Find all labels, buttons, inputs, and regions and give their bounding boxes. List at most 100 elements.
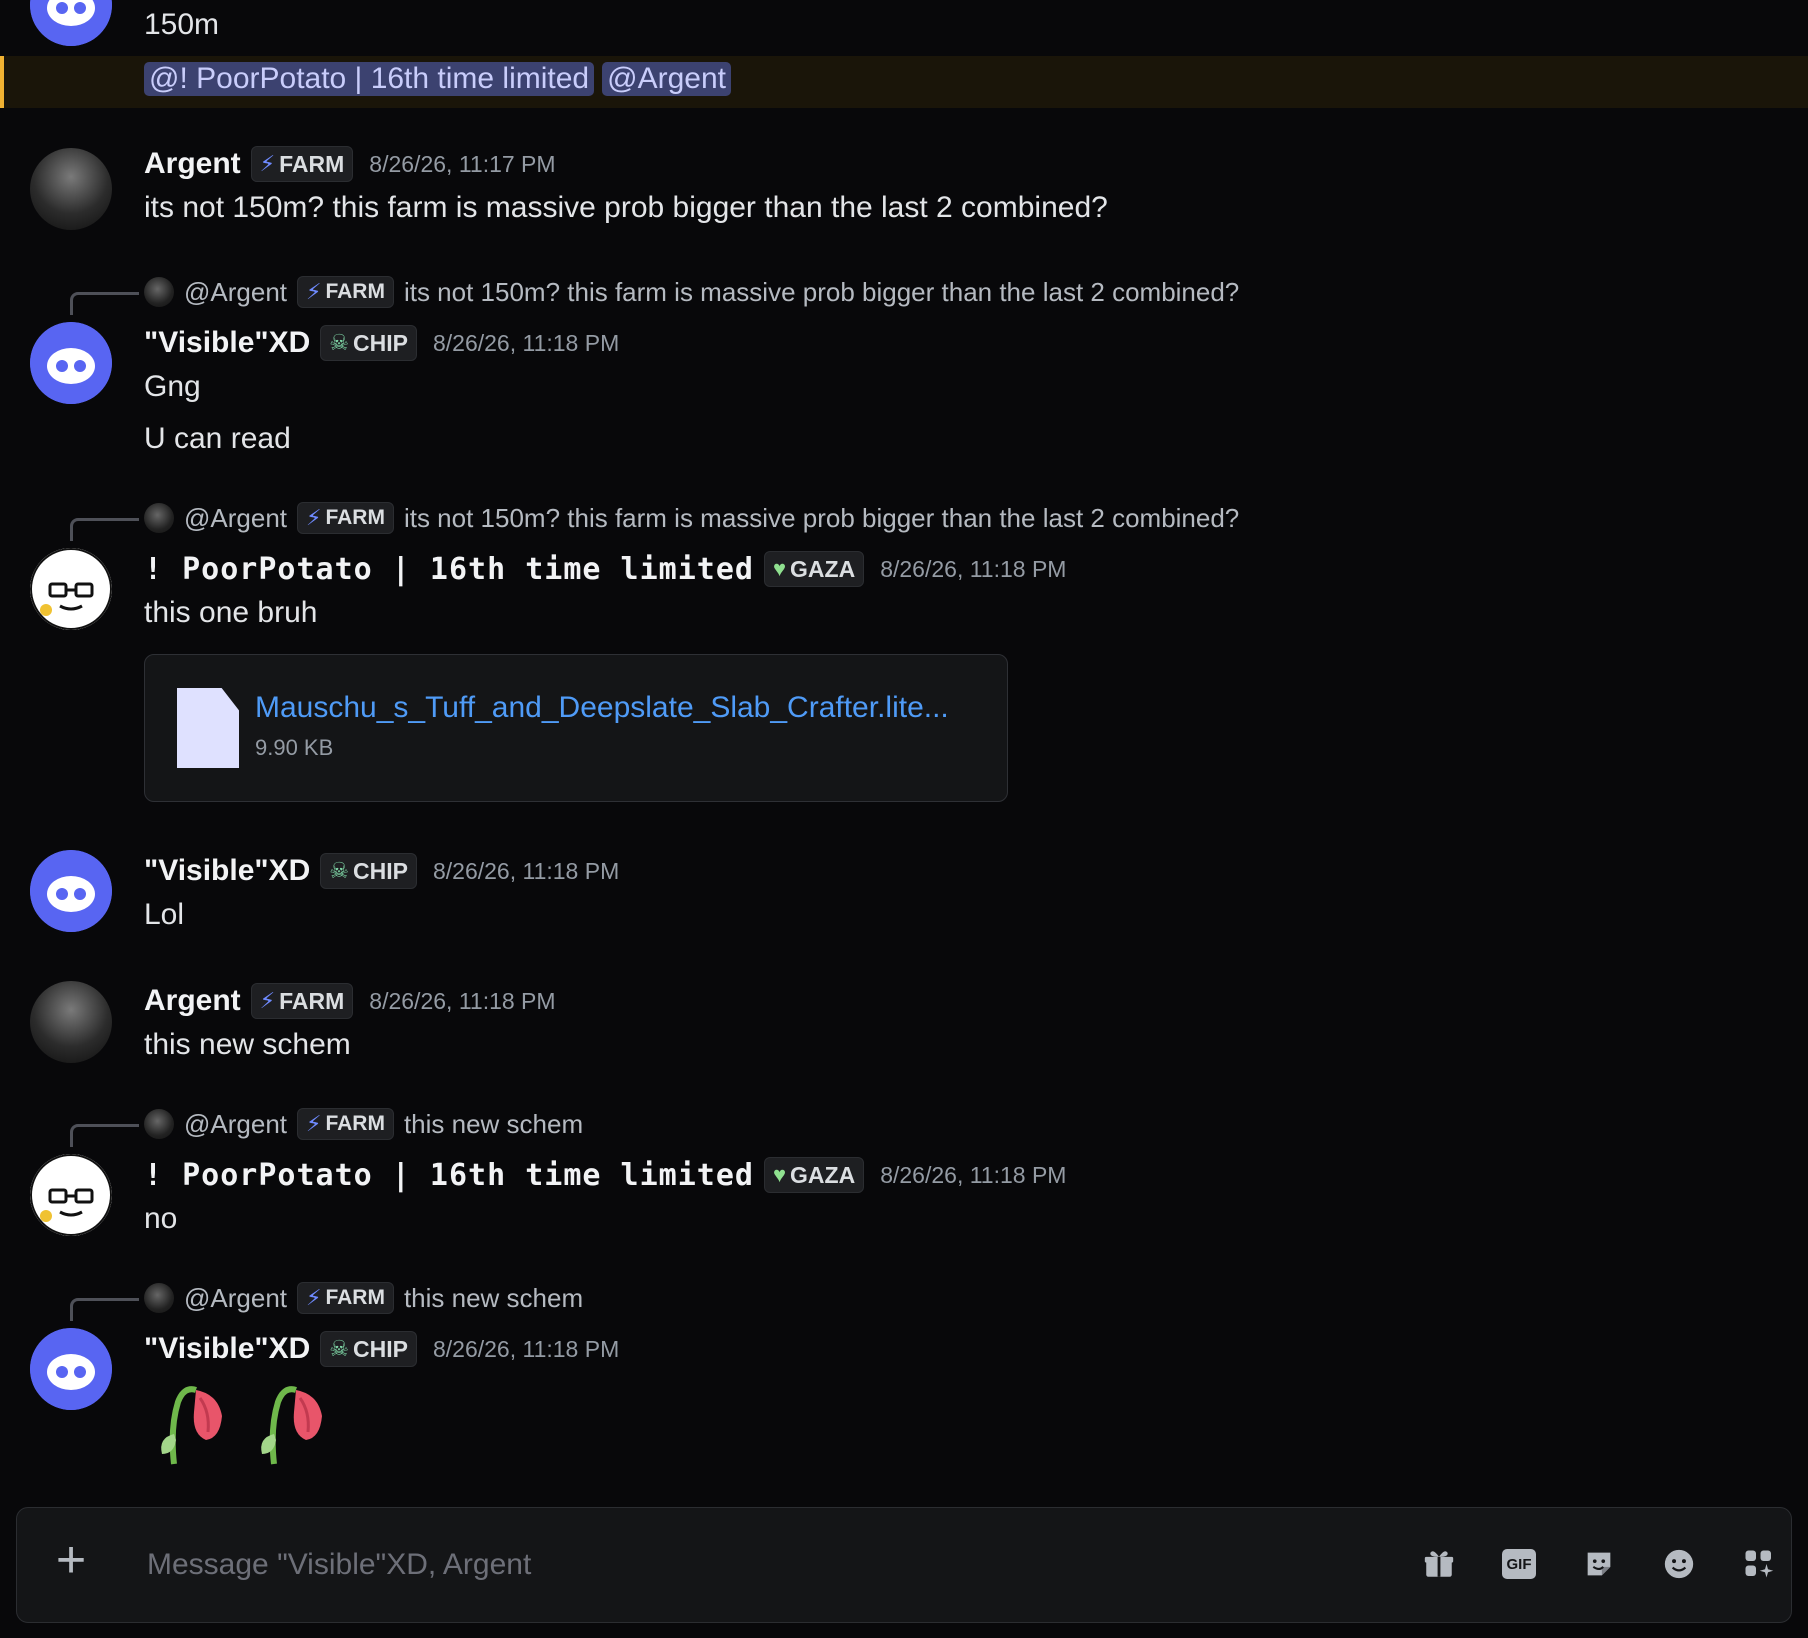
message-header: "Visible"XD ☠ CHIP 8/26/26, 11:18 PM	[144, 853, 619, 889]
message-header: ! PoorPotato | 16th time limited ♥ GAZA 8…	[144, 551, 1066, 587]
reply-spine	[70, 1124, 139, 1147]
message-text: Lol	[144, 898, 185, 931]
message-text: this new schem	[144, 1028, 351, 1061]
emoji-row	[156, 1368, 328, 1473]
mention-pill[interactable]: @Argent	[602, 62, 731, 96]
lightning-icon: ⚡	[259, 988, 276, 1013]
apps-icon	[1745, 1550, 1774, 1578]
role-tag: ⚡ FARM	[297, 1108, 394, 1140]
wilted-flower-icon[interactable]	[256, 1368, 328, 1473]
message-text: 150m	[144, 8, 220, 41]
avatar[interactable]	[30, 0, 112, 46]
lightning-icon: ⚡	[306, 505, 322, 530]
avatar[interactable]	[30, 1154, 112, 1236]
plus-icon: +	[55, 1531, 87, 1589]
reply-preview[interactable]: @Argent ⚡ FARM this new schem	[144, 1108, 583, 1140]
message-list: 150m @! PoorPotato | 16th time limited @…	[0, 0, 1808, 1500]
reply-spine	[70, 518, 139, 541]
lightning-icon: ⚡	[259, 151, 276, 176]
green-heart-icon: ♥	[772, 1162, 787, 1187]
avatar	[144, 1109, 174, 1139]
avatar	[144, 503, 174, 533]
avatar[interactable]	[30, 548, 112, 630]
role-tag: ⚡ FARM	[297, 1282, 394, 1314]
reply-preview[interactable]: @Argent ⚡ FARM its not 150m? this farm is…	[144, 276, 1239, 308]
timestamp[interactable]: 8/26/26, 11:18 PM	[433, 330, 619, 357]
message-input[interactable]	[145, 1540, 1149, 1590]
mention-pill[interactable]: @! PoorPotato | 16th time limited	[144, 62, 595, 96]
username[interactable]: "Visible"XD	[144, 1332, 310, 1366]
mention-highlight-row: @! PoorPotato | 16th time limited @Argen…	[0, 56, 1808, 108]
avatar[interactable]	[30, 850, 112, 932]
timestamp[interactable]: 8/26/26, 11:18 PM	[433, 858, 619, 885]
username[interactable]: ! PoorPotato | 16th time limited	[144, 1158, 754, 1193]
sticker-icon	[1587, 1552, 1611, 1576]
role-tag[interactable]: ☠ CHIP	[320, 1331, 417, 1367]
add-attachment-button[interactable]: +	[47, 1534, 95, 1586]
username[interactable]: ! PoorPotato | 16th time limited	[144, 552, 754, 587]
avatar[interactable]	[30, 322, 112, 404]
avatar[interactable]	[30, 148, 112, 230]
avatar[interactable]	[30, 981, 112, 1063]
gif-button[interactable]: GIF	[1499, 1544, 1539, 1584]
avatar	[144, 1283, 174, 1313]
message-text: this one bruh	[144, 596, 318, 629]
username[interactable]: Argent	[144, 984, 241, 1018]
message-header: "Visible"XD ☠ CHIP 8/26/26, 11:18 PM	[144, 1331, 619, 1367]
emoji-icon	[1664, 1549, 1694, 1579]
avatar	[144, 277, 174, 307]
message-header: Argent ⚡ FARM 8/26/26, 11:18 PM	[144, 983, 556, 1019]
avatar[interactable]	[30, 1328, 112, 1410]
file-name-link[interactable]: Mauschu_s_Tuff_and_Deepslate_Slab_Crafte…	[255, 691, 949, 725]
lightning-icon: ⚡	[306, 279, 322, 304]
username[interactable]: Argent	[144, 147, 241, 181]
role-tag[interactable]: ☠ CHIP	[320, 325, 417, 361]
emoji-button[interactable]	[1659, 1544, 1699, 1584]
role-tag[interactable]: ⚡ FARM	[250, 146, 354, 182]
reply-spine	[70, 1298, 139, 1321]
message-text: Gng	[144, 370, 201, 403]
timestamp[interactable]: 8/26/26, 11:18 PM	[433, 1336, 619, 1363]
gift-button[interactable]	[1419, 1544, 1459, 1584]
timestamp[interactable]: 8/26/26, 11:18 PM	[880, 556, 1066, 583]
file-size: 9.90 KB	[255, 735, 334, 760]
role-tag[interactable]: ♥ GAZA	[763, 551, 865, 587]
message-text: its not 150m? this farm is massive prob …	[144, 191, 1108, 224]
apps-button[interactable]	[1739, 1544, 1779, 1584]
reply-snippet: this new schem	[403, 1108, 584, 1139]
file-icon	[177, 688, 239, 768]
username[interactable]: "Visible"XD	[144, 854, 310, 888]
role-tag: ⚡ FARM	[297, 502, 394, 534]
wilted-flower-icon[interactable]	[156, 1368, 228, 1473]
message-header: "Visible"XD ☠ CHIP 8/26/26, 11:18 PM	[144, 325, 619, 361]
role-tag[interactable]: ☠ CHIP	[320, 853, 417, 889]
role-tag: ⚡ FARM	[297, 276, 394, 308]
skull-icon: ☠	[329, 1336, 350, 1361]
file-attachment[interactable]: Mauschu_s_Tuff_and_Deepslate_Slab_Crafte…	[144, 654, 1008, 802]
reply-snippet: its not 150m? this farm is massive prob …	[403, 276, 1240, 307]
green-heart-icon: ♥	[772, 556, 787, 581]
message-text: U can read	[144, 422, 291, 455]
message-header: Argent ⚡ FARM 8/26/26, 11:17 PM	[144, 146, 556, 182]
reply-spine	[70, 292, 139, 315]
message-text: no	[144, 1202, 178, 1235]
lightning-icon: ⚡	[306, 1111, 322, 1136]
reply-snippet: this new schem	[403, 1282, 584, 1313]
timestamp[interactable]: 8/26/26, 11:18 PM	[880, 1162, 1066, 1189]
reply-preview[interactable]: @Argent ⚡ FARM this new schem	[144, 1282, 583, 1314]
reply-preview[interactable]: @Argent ⚡ FARM its not 150m? this farm is…	[144, 502, 1239, 534]
timestamp[interactable]: 8/26/26, 11:18 PM	[369, 988, 555, 1015]
message-composer: + GIF	[16, 1507, 1792, 1623]
username[interactable]: "Visible"XD	[144, 326, 310, 360]
message-header: ! PoorPotato | 16th time limited ♥ GAZA 8…	[144, 1157, 1066, 1193]
reply-snippet: its not 150m? this farm is massive prob …	[403, 502, 1240, 533]
role-tag[interactable]: ♥ GAZA	[763, 1157, 865, 1193]
timestamp[interactable]: 8/26/26, 11:17 PM	[369, 151, 555, 178]
lightning-icon: ⚡	[306, 1285, 322, 1310]
skull-icon: ☠	[329, 330, 350, 355]
gif-icon: GIF	[1502, 1549, 1536, 1579]
role-tag[interactable]: ⚡ FARM	[250, 983, 354, 1019]
skull-icon: ☠	[329, 858, 350, 883]
gift-icon	[1424, 1551, 1454, 1577]
sticker-button[interactable]	[1579, 1544, 1619, 1584]
